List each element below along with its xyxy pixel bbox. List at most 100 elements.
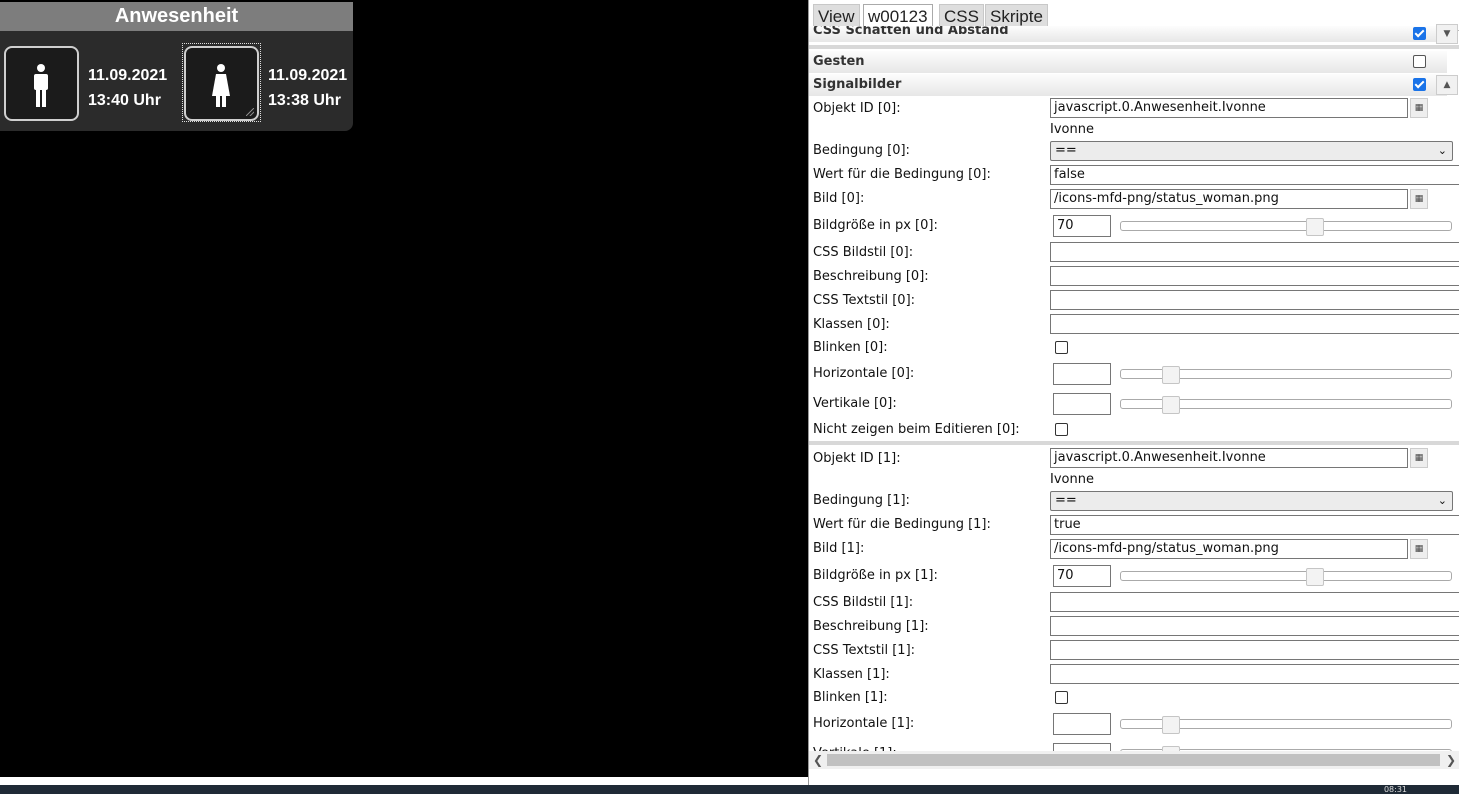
canvas-bottom-border — [0, 777, 808, 785]
value-input[interactable]: true — [1050, 515, 1459, 535]
man-icon — [34, 64, 48, 107]
img-style-input[interactable] — [1050, 242, 1459, 262]
img-style-label: CSS Bildstil [1]: — [813, 595, 914, 610]
image-input[interactable]: /icons-mfd-png/status_woman.png — [1050, 539, 1408, 559]
woman-status-tile[interactable] — [184, 46, 259, 121]
horizontal-scrollbar[interactable]: ❮ ❯ — [809, 751, 1459, 769]
image-input[interactable]: /icons-mfd-png/status_woman.png — [1050, 189, 1408, 209]
group-shadow-header[interactable]: CSS Schatten und Abstand — [809, 26, 1447, 42]
object-id-input[interactable]: javascript.0.Anwesenheit.Ivonne — [1050, 448, 1408, 468]
condition-value: == — [1055, 493, 1077, 508]
size-label: Bildgröße in px [1]: — [813, 568, 938, 583]
size-input[interactable]: 70 — [1053, 215, 1111, 237]
image-label: Bild [0]: — [813, 191, 865, 206]
description-input[interactable] — [1050, 266, 1459, 286]
condition-select[interactable]: == ⌄ — [1050, 141, 1453, 161]
blink-checkbox[interactable] — [1055, 691, 1068, 704]
slider-thumb[interactable] — [1162, 396, 1180, 414]
classes-label: Klassen [0]: — [813, 317, 890, 332]
group-gestures-label: Gesten — [813, 54, 865, 69]
img-style-label: CSS Bildstil [0]: — [813, 245, 914, 260]
image-label: Bild [1]: — [813, 541, 865, 556]
scrollbar-thumb[interactable] — [827, 754, 1440, 766]
hide-edit-checkbox[interactable] — [1055, 423, 1068, 436]
object-id-label: Objekt ID [1]: — [813, 451, 901, 466]
description-label: Beschreibung [1]: — [813, 619, 929, 634]
taskbar-clock: 08:31 — [1383, 785, 1407, 794]
resize-handle[interactable] — [246, 108, 254, 116]
object-id-label: Objekt ID [0]: — [813, 101, 901, 116]
condition-select[interactable]: == ⌄ — [1050, 491, 1453, 511]
group-signals-header[interactable]: Signalbilder — [809, 74, 1447, 96]
chevron-down-icon: ⌄ — [1437, 494, 1447, 507]
horizontal-label: Horizontale [1]: — [813, 716, 915, 731]
classes-input[interactable] — [1050, 664, 1459, 684]
slider-thumb[interactable] — [1306, 568, 1324, 586]
entry-time: 13:38 Uhr — [268, 92, 341, 109]
description-label: Beschreibung [0]: — [813, 269, 929, 284]
entry-date: 11.09.2021 — [268, 67, 348, 84]
slider-thumb[interactable] — [1306, 218, 1324, 236]
object-name-hint: Ivonne — [1050, 122, 1094, 137]
vertical-slider[interactable] — [1120, 396, 1452, 414]
vertical-label: Vertikale [0]: — [813, 396, 897, 411]
collapse-down-icon[interactable]: ▼ — [1436, 24, 1458, 44]
description-input[interactable] — [1050, 616, 1459, 636]
slider-thumb[interactable] — [1162, 366, 1180, 384]
size-slider[interactable] — [1120, 568, 1452, 586]
view-canvas[interactable]: Anwesenheit 11.09.2021 13:40 Uhr 11.09.2… — [0, 0, 808, 777]
text-style-label: CSS Textstil [1]: — [813, 643, 916, 658]
image-picker-button[interactable]: ▦ — [1410, 189, 1428, 209]
presence-widget[interactable]: Anwesenheit 11.09.2021 13:40 Uhr 11.09.2… — [0, 2, 353, 131]
man-status-tile[interactable] — [4, 46, 79, 121]
chevron-down-icon: ⌄ — [1437, 144, 1447, 157]
slider-thumb[interactable] — [1162, 716, 1180, 734]
horizontal-slider[interactable] — [1120, 366, 1452, 384]
group-gestures-checkbox[interactable] — [1413, 55, 1426, 68]
condition-label: Bedingung [0]: — [813, 143, 910, 158]
text-style-input[interactable] — [1050, 640, 1459, 660]
horizontal-label: Horizontale [0]: — [813, 366, 915, 381]
group-signals-label: Signalbilder — [813, 77, 902, 92]
scroll-right-icon[interactable]: ❯ — [1446, 751, 1456, 769]
object-picker-button[interactable]: ▦ — [1410, 98, 1428, 118]
group-signals-checkbox[interactable] — [1413, 78, 1426, 91]
size-slider[interactable] — [1120, 218, 1452, 236]
horizontal-input[interactable] — [1053, 363, 1111, 385]
hide-edit-label: Nicht zeigen beim Editieren [0]: — [813, 422, 1020, 437]
size-input[interactable]: 70 — [1053, 565, 1111, 587]
group-shadow-label: CSS Schatten und Abstand — [813, 26, 1009, 38]
entry-date: 11.09.2021 — [88, 67, 168, 84]
scroll-left-icon[interactable]: ❮ — [813, 751, 823, 769]
taskbar — [0, 785, 1459, 794]
blink-checkbox[interactable] — [1055, 341, 1068, 354]
blink-label: Blinken [1]: — [813, 690, 888, 705]
classes-input[interactable] — [1050, 314, 1459, 334]
group-separator — [809, 45, 1459, 49]
properties-panel: View w00123 CSS Skripte CSS Schatten und… — [808, 0, 1459, 785]
group-gestures-header[interactable]: Gesten — [809, 51, 1447, 73]
value-input[interactable]: false — [1050, 165, 1459, 185]
horizontal-slider[interactable] — [1120, 716, 1452, 734]
classes-label: Klassen [1]: — [813, 667, 890, 682]
object-name-hint: Ivonne — [1050, 472, 1094, 487]
condition-label: Bedingung [1]: — [813, 493, 910, 508]
size-label: Bildgröße in px [0]: — [813, 218, 938, 233]
collapse-up-icon[interactable]: ▲ — [1436, 75, 1458, 95]
object-picker-button[interactable]: ▦ — [1410, 448, 1428, 468]
object-id-input[interactable]: javascript.0.Anwesenheit.Ivonne — [1050, 98, 1408, 118]
image-picker-button[interactable]: ▦ — [1410, 539, 1428, 559]
text-style-input[interactable] — [1050, 290, 1459, 310]
blink-label: Blinken [0]: — [813, 340, 888, 355]
condition-value: == — [1055, 143, 1077, 158]
text-style-label: CSS Textstil [0]: — [813, 293, 916, 308]
img-style-input[interactable] — [1050, 592, 1459, 612]
widget-title: Anwesenheit — [0, 2, 353, 31]
item-separator — [809, 441, 1459, 445]
vertical-input[interactable] — [1053, 393, 1111, 415]
horizontal-input[interactable] — [1053, 713, 1111, 735]
group-shadow-checkbox[interactable] — [1413, 27, 1426, 40]
value-label: Wert für die Bedingung [1]: — [813, 517, 991, 532]
entry-time: 13:40 Uhr — [88, 92, 161, 109]
woman-icon — [212, 64, 230, 107]
